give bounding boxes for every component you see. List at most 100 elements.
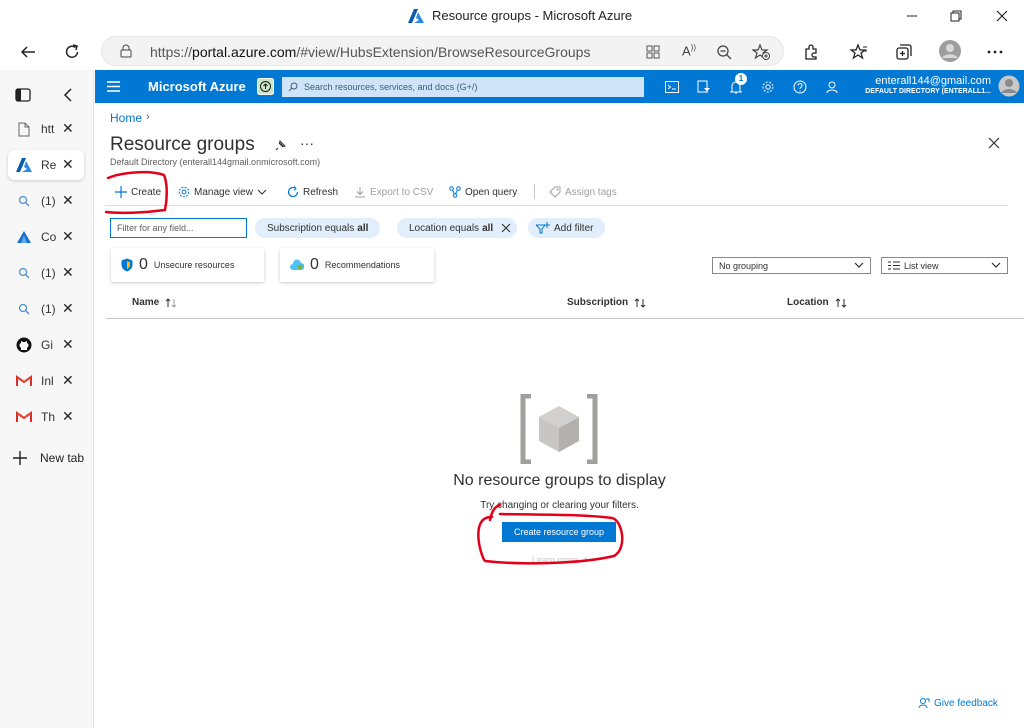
tab-item[interactable]: Co ✕ (8, 222, 84, 252)
restore-button[interactable] (946, 6, 966, 26)
filter-input[interactable]: Filter for any field... (110, 218, 247, 238)
chevron-down-icon (257, 189, 267, 195)
plus-icon (115, 186, 127, 198)
close-window-button[interactable] (992, 6, 1012, 26)
close-tab-icon[interactable]: ✕ (62, 264, 74, 281)
tab-item-active[interactable]: Re ✕ (8, 150, 84, 180)
command-divider (534, 184, 535, 199)
empty-state-subtitle: Try changing or clearing your filters. (480, 500, 639, 511)
address-bar[interactable]: https://portal.azure.com/#view/HubsExten… (101, 36, 784, 66)
azure-brand[interactable]: Microsoft Azure (148, 79, 246, 94)
breadcrumb-home[interactable]: Home (110, 111, 142, 125)
tab-actions-icon[interactable] (15, 87, 31, 103)
close-tab-icon[interactable]: ✕ (62, 192, 74, 209)
page-subtitle: Default Directory (enterall144gmail.onmi… (110, 157, 321, 167)
query-icon (449, 186, 461, 198)
cloud-advisor-icon (290, 259, 304, 270)
hamburger-menu-icon[interactable] (107, 81, 120, 92)
chevron-right-icon: › (146, 111, 150, 123)
account-avatar[interactable] (998, 75, 1020, 97)
resource-groups-blade: Home › Resource groups ··· Default Direc… (95, 103, 1024, 728)
azure-top-bar: Microsoft Azure Search resources, servic… (95, 70, 1024, 103)
tab-item[interactable]: htt ✕ (8, 114, 84, 144)
minimize-button[interactable] (902, 6, 922, 26)
page-title: Resource groups (110, 134, 255, 155)
tab-item[interactable]: Inl ✕ (8, 366, 84, 396)
zoom-out-icon[interactable] (716, 44, 732, 60)
lock-icon[interactable] (120, 44, 132, 58)
tab-item[interactable]: Th ✕ (8, 402, 84, 432)
refresh-button[interactable]: Refresh (287, 186, 338, 198)
feedback-icon[interactable] (823, 78, 841, 96)
add-favorite-icon[interactable] (752, 43, 770, 61)
close-tab-icon[interactable]: ✕ (62, 336, 74, 353)
remove-filter-icon[interactable] (501, 223, 511, 233)
apps-icon[interactable] (645, 44, 661, 60)
url-text[interactable]: https://portal.azure.com/#view/HubsExten… (150, 44, 590, 60)
assign-tags-button[interactable]: Assign tags (549, 186, 617, 198)
upgrade-icon[interactable] (257, 78, 274, 95)
tab-item[interactable]: (1) ✕ (8, 258, 84, 288)
manage-view-button[interactable]: Manage view (178, 186, 267, 198)
vertical-tabs-panel: htt ✕ Re ✕ (1) ✕ Co ✕ (1) ✕ (1) ✕ Gi ✕ I… (0, 70, 94, 728)
unsecure-resources-card[interactable]: 0 Unsecure resources (111, 248, 264, 282)
gmail-icon (16, 373, 32, 389)
close-tab-icon[interactable]: ✕ (62, 156, 74, 173)
close-tab-icon[interactable]: ✕ (62, 300, 74, 317)
grouping-dropdown[interactable]: No grouping (712, 257, 871, 274)
close-tab-icon[interactable]: ✕ (62, 408, 74, 425)
subscription-filter-pill[interactable]: Subscription equals all (255, 218, 381, 238)
learn-more-link[interactable]: Learn more ↗ (532, 555, 588, 566)
window-title-bar: Resource groups - Microsoft Azure (0, 0, 1024, 33)
add-filter-button[interactable]: Add filter (528, 218, 606, 238)
notifications-icon[interactable]: 1 (727, 73, 747, 96)
sort-icon (165, 297, 177, 308)
grid-header-divider (106, 318, 1024, 319)
feedback-person-icon (918, 698, 930, 709)
read-aloud-icon[interactable]: A)) (682, 43, 696, 58)
azure-search-input[interactable]: Search resources, services, and docs (G+… (282, 77, 644, 97)
close-tab-icon[interactable]: ✕ (62, 228, 74, 245)
chevron-down-icon (991, 262, 1001, 268)
location-filter-pill[interactable]: Location equals all (397, 218, 518, 238)
extensions-icon[interactable] (800, 41, 822, 63)
tab-item[interactable]: Gi ✕ (8, 330, 84, 360)
page-icon (16, 121, 32, 137)
create-button[interactable]: Create (115, 186, 161, 198)
column-header-location[interactable]: Location (787, 297, 847, 308)
collapse-tabs-icon[interactable] (61, 87, 75, 103)
directory-filter-icon[interactable] (695, 78, 713, 96)
help-icon[interactable] (791, 78, 809, 96)
cloud-shell-icon[interactable] (663, 78, 681, 96)
close-blade-icon[interactable] (988, 137, 1000, 149)
account-menu[interactable]: enterall144@gmail.com DEFAULT DIRECTORY … (865, 75, 991, 95)
close-tab-icon[interactable]: ✕ (62, 120, 74, 137)
reload-button[interactable] (61, 41, 83, 63)
tab-item[interactable]: (1) ✕ (8, 294, 84, 324)
resource-group-cube-icon (519, 394, 599, 464)
command-bar: Create Manage view Refresh Export to CSV… (105, 181, 1008, 206)
pin-icon[interactable] (275, 139, 287, 151)
notification-badge: 1 (735, 73, 747, 85)
tab-item[interactable]: (1) ✕ (8, 186, 84, 216)
column-header-name[interactable]: Name (132, 297, 177, 308)
new-tab-button[interactable]: New tab (12, 450, 84, 466)
more-options-icon[interactable] (984, 41, 1006, 63)
chevron-down-icon (854, 262, 864, 268)
view-mode-dropdown[interactable]: List view (881, 257, 1008, 274)
back-button[interactable] (17, 41, 39, 63)
create-resource-group-button[interactable]: Create resource group (502, 522, 616, 542)
window-title: Resource groups - Microsoft Azure (408, 8, 632, 23)
collections-icon[interactable] (893, 41, 915, 63)
recommendations-card[interactable]: 0 Recommendations (280, 248, 434, 282)
profile-avatar[interactable] (938, 39, 962, 63)
more-actions-icon[interactable]: ··· (300, 135, 314, 151)
favorites-icon[interactable] (848, 41, 870, 63)
give-feedback-link[interactable]: Give feedback (918, 697, 998, 709)
export-csv-button[interactable]: Export to CSV (354, 186, 433, 198)
column-header-subscription[interactable]: Subscription (567, 297, 646, 308)
gmail-icon (16, 409, 32, 425)
close-tab-icon[interactable]: ✕ (62, 372, 74, 389)
settings-gear-icon[interactable] (759, 78, 777, 96)
open-query-button[interactable]: Open query (449, 186, 517, 198)
